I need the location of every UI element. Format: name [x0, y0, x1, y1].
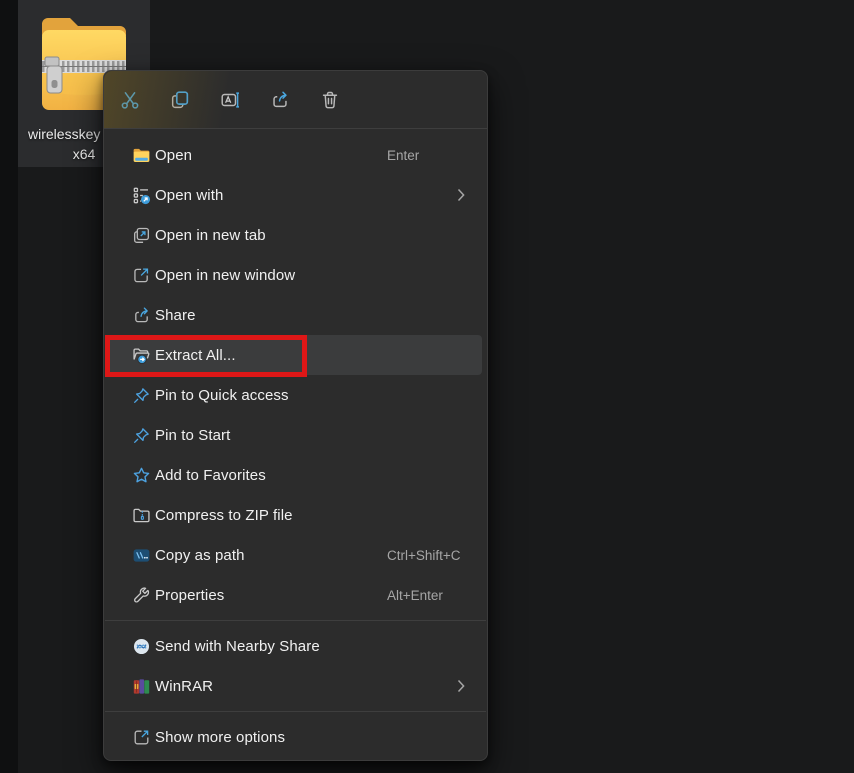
pin-icon: [130, 424, 152, 446]
menu-separator: [105, 620, 486, 621]
new-window-icon: [130, 264, 152, 286]
menu-item-open-with[interactable]: Open with: [109, 175, 482, 215]
desktop-left-strip: [0, 0, 18, 773]
menu-item-label: Open in new window: [155, 267, 295, 284]
menu-item-pin-to-start[interactable]: Pin to Start: [109, 415, 482, 455]
chevron-right-icon: [457, 679, 465, 693]
menu-item-copy-as-path[interactable]: Copy as path Ctrl+Shift+C: [109, 535, 482, 575]
cut-button[interactable]: [109, 79, 151, 121]
file-name-line1: wirelesskey: [28, 126, 100, 142]
menu-item-label: Open in new tab: [155, 227, 266, 244]
menu-item-label: Pin to Quick access: [155, 387, 289, 404]
menu-item-label: Compress to ZIP file: [155, 507, 293, 524]
shortcut-label: Enter: [387, 148, 419, 163]
menu-item-send-with-nearby-share[interactable]: Send with Nearby Share: [109, 626, 482, 666]
rename-icon: [219, 89, 241, 111]
wrench-icon: [130, 584, 152, 606]
copy-icon: [169, 89, 191, 111]
menu-item-label: Properties: [155, 587, 224, 604]
shortcut-label: Ctrl+Shift+C: [387, 548, 461, 563]
menu-item-label: Pin to Start: [155, 427, 230, 444]
menu-item-add-to-favorites[interactable]: Add to Favorites: [109, 455, 482, 495]
menu-item-label: Show more options: [155, 729, 285, 746]
annotation-highlight-box: [105, 335, 307, 377]
menu-item-label: WinRAR: [155, 678, 213, 695]
menu-item-winrar[interactable]: WinRAR: [109, 666, 482, 706]
new-tab-icon: [130, 224, 152, 246]
menu-item-open-in-new-tab[interactable]: Open in new tab: [109, 215, 482, 255]
menu-separator: [105, 711, 486, 712]
menu-item-label: Open: [155, 147, 192, 164]
menu-item-label: Send with Nearby Share: [155, 638, 320, 655]
open-with-icon: [130, 184, 152, 206]
chevron-right-icon: [457, 188, 465, 202]
share-button[interactable]: [259, 79, 301, 121]
menu-item-open-in-new-window[interactable]: Open in new window: [109, 255, 482, 295]
pin-icon: [130, 384, 152, 406]
menu-items: Open Enter Open with: [104, 129, 487, 757]
show-more-icon: [130, 726, 152, 748]
menu-item-label: Copy as path: [155, 547, 245, 564]
copy-path-icon: [130, 544, 152, 566]
winrar-icon: [130, 675, 152, 697]
zip-folder-icon: [130, 504, 152, 526]
delete-button[interactable]: [309, 79, 351, 121]
copy-button[interactable]: [159, 79, 201, 121]
menu-item-label: Share: [155, 307, 196, 324]
menu-item-share[interactable]: Share: [109, 295, 482, 335]
cut-icon: [119, 89, 141, 111]
menu-item-properties[interactable]: Properties Alt+Enter: [109, 575, 482, 615]
menu-item-pin-to-quick-access[interactable]: Pin to Quick access: [109, 375, 482, 415]
share-icon: [269, 89, 291, 111]
menu-item-open[interactable]: Open Enter: [109, 135, 482, 175]
menu-item-show-more-options[interactable]: Show more options: [109, 717, 482, 757]
rename-button[interactable]: [209, 79, 251, 121]
delete-icon: [319, 89, 341, 111]
menu-item-label: Open with: [155, 187, 223, 204]
nearby-share-icon: [130, 635, 152, 657]
share-icon: [130, 304, 152, 326]
menu-item-compress-to-zip[interactable]: Compress to ZIP file: [109, 495, 482, 535]
menu-item-label: Add to Favorites: [155, 467, 266, 484]
context-menu: Open Enter Open with: [103, 70, 488, 761]
explorer-folder-icon: [130, 144, 152, 166]
quick-actions-toolbar: [104, 71, 487, 129]
shortcut-label: Alt+Enter: [387, 588, 443, 603]
star-icon: [130, 464, 152, 486]
